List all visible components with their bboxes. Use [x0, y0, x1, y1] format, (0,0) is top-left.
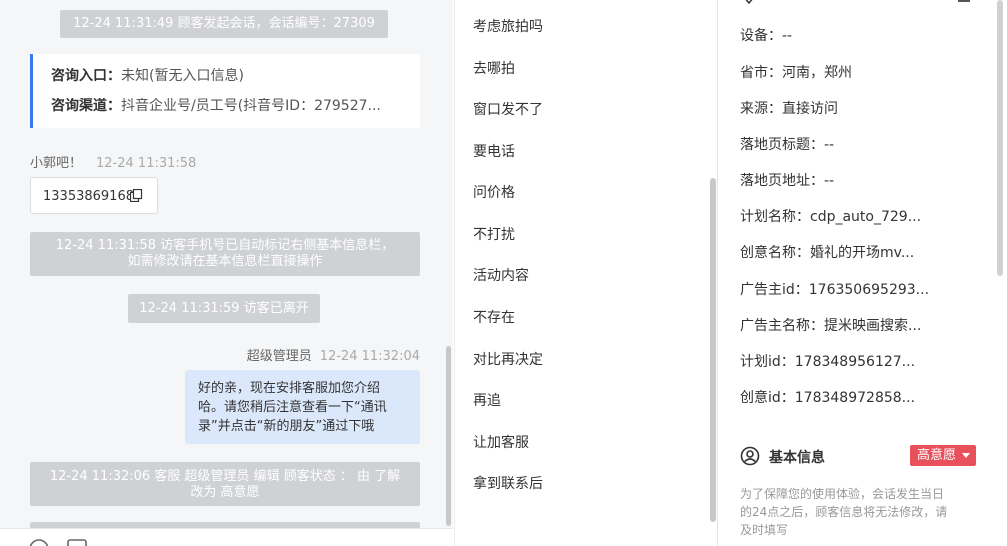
- quick-reply-item[interactable]: 窗口发不了: [473, 102, 543, 118]
- agent-message-meta: 超级管理员 12-24 11:32:04: [247, 345, 420, 364]
- location-icon: [745, 0, 753, 4]
- info-advertiser-name: 广告主名称：提米映画搜索...: [740, 318, 922, 334]
- agent-message-bubble: 好的亲，现在安排客服加您介绍 哈。请您稍后注意查看一下“通讯 录”并点击“新的朋…: [185, 370, 420, 444]
- notice-line-1: 为了保障您的使用体验，会话发生当日: [740, 487, 945, 501]
- quick-reply-panel: 考虑旅拍吗 去哪拍 窗口发不了 要电话 问价格 不打扰 活动内容 不存在 对比再…: [454, 0, 718, 546]
- visitor-message-meta: 小郭吧！ 12-24 11:31:58: [30, 152, 196, 171]
- chat-scrollbar[interactable]: [446, 346, 451, 526]
- agent-message-line-2: 哈。请您稍后注意查看一下“通讯: [198, 400, 387, 415]
- session-start-notice: 12-24 11:31:49 顾客发起会话，会话编号：27309: [60, 10, 388, 38]
- edit-deadline-notice: 为了保障您的使用体验，会话发生当日 的24点之后，顾客信息将无法修改，请 及时填…: [740, 485, 972, 539]
- quick-reply-item[interactable]: 让加客服: [473, 435, 529, 451]
- visitor-phone: 13353869168: [43, 189, 134, 204]
- chat-panel: 12-24 11:31:49 顾客发起会话，会话编号：27309 咨询入口：未知…: [0, 0, 453, 546]
- info-advertiser-id: 广告主id：176350695293...: [740, 282, 930, 298]
- channel-line: 咨询渠道：抖音企业号/员工号(抖音号ID：279527...: [51, 98, 411, 115]
- info-scrollbar[interactable]: [997, 0, 1003, 276]
- quick-reply-scrollbar[interactable]: [710, 178, 716, 522]
- caret-down-icon: [962, 453, 970, 458]
- quick-reply-item[interactable]: 不存在: [473, 310, 515, 326]
- agent-message-line-1: 好的亲，现在安排客服加您介绍: [198, 381, 381, 396]
- status-change-line-2: 改为 高意愿: [190, 485, 260, 500]
- emoji-icon[interactable]: [28, 538, 50, 546]
- info-plan-name: 计划名称：cdp_auto_729...: [740, 209, 922, 225]
- quick-reply-item[interactable]: 不打扰: [473, 227, 515, 243]
- info-creative-name: 创意名称：婚礼的开场mv...: [740, 245, 915, 261]
- channel-value: 抖音企业号/员工号(抖音号ID：279527...: [121, 98, 381, 114]
- channel-label: 咨询渠道：: [51, 98, 121, 114]
- chat-transcript[interactable]: 12-24 11:31:49 顾客发起会话，会话编号：27309 咨询入口：未知…: [0, 0, 447, 532]
- info-source: 来源：直接访问: [740, 101, 838, 117]
- visitor-timestamp: 12-24 11:31:58: [96, 156, 197, 171]
- user-icon: [740, 446, 760, 466]
- visitor-phone-bubble: 13353869168: [30, 177, 158, 214]
- quick-reply-item[interactable]: 活动内容: [473, 268, 529, 284]
- info-creative-id: 创意id：178348972858...: [740, 390, 916, 406]
- chat-input-toolbar: [0, 528, 453, 546]
- quick-reply-item[interactable]: 对比再决定: [473, 352, 543, 368]
- quick-reply-item[interactable]: 问价格: [473, 185, 515, 201]
- collapse-icon[interactable]: [958, 0, 970, 2]
- session-info-card: 咨询入口：未知(暂无入口信息) 咨询渠道：抖音企业号/员工号(抖音号ID：279…: [30, 54, 420, 128]
- quick-reply-item[interactable]: 考虑旅拍吗: [473, 19, 543, 35]
- entry-label: 咨询入口：: [51, 68, 121, 84]
- quick-reply-item[interactable]: 要电话: [473, 144, 515, 160]
- status-change-notice: 12-24 11:32:06 客服 超级管理员 编辑 顾客状态 ： 由 了解 改…: [30, 462, 420, 506]
- quick-reply-item[interactable]: 再追: [473, 393, 501, 409]
- entry-line: 咨询入口：未知(暂无入口信息): [51, 68, 411, 85]
- notice-line-3: 及时填写: [740, 523, 789, 537]
- agent-name: 超级管理员: [246, 349, 312, 364]
- status-change-line-1: 12-24 11:32:06 客服 超级管理员 编辑 顾客状态 ： 由 了解: [49, 469, 401, 484]
- phone-marked-line-1: 12-24 11:31:58 访客手机号已自动标记右侧基本信息栏，: [55, 238, 395, 253]
- intent-status-label: 高意愿: [917, 448, 957, 463]
- visitor-name: 小郭吧！: [30, 156, 83, 171]
- info-landing-url: 落地页地址：--: [740, 173, 835, 189]
- info-plan-id: 计划id：178348956127...: [740, 354, 916, 370]
- basic-info-title: 基本信息: [769, 450, 825, 466]
- phone-marked-notice: 12-24 11:31:58 访客手机号已自动标记右侧基本信息栏， 如需修改请在…: [30, 232, 420, 276]
- intent-status-dropdown[interactable]: 高意愿: [910, 445, 976, 466]
- info-region: 省市：河南，郑州: [740, 65, 852, 81]
- phone-marked-line-2: 如需修改请在基本信息栏直接操作: [127, 254, 323, 269]
- info-device: 设备：--: [740, 28, 793, 44]
- info-landing-title: 落地页标题：--: [740, 137, 835, 153]
- agent-message-line-3: 录”并点击“新的朋友”通过下哦: [198, 419, 375, 434]
- copy-icon[interactable]: [130, 189, 143, 202]
- quick-reply-item[interactable]: 拿到联系后: [473, 476, 543, 492]
- entry-value: 未知(暂无入口信息): [121, 68, 244, 84]
- notice-line-2: 的24点之后，顾客信息将无法修改，请: [740, 505, 948, 519]
- visitor-info-panel: 设备：-- 省市：河南，郑州 来源：直接访问 落地页标题：-- 落地页地址：--…: [718, 0, 1007, 546]
- visitor-left-notice: 12-24 11:31:59 访客已离开: [128, 294, 320, 323]
- agent-timestamp: 12-24 11:32:04: [319, 349, 420, 364]
- image-icon[interactable]: [66, 538, 88, 546]
- quick-reply-item[interactable]: 去哪拍: [473, 61, 515, 77]
